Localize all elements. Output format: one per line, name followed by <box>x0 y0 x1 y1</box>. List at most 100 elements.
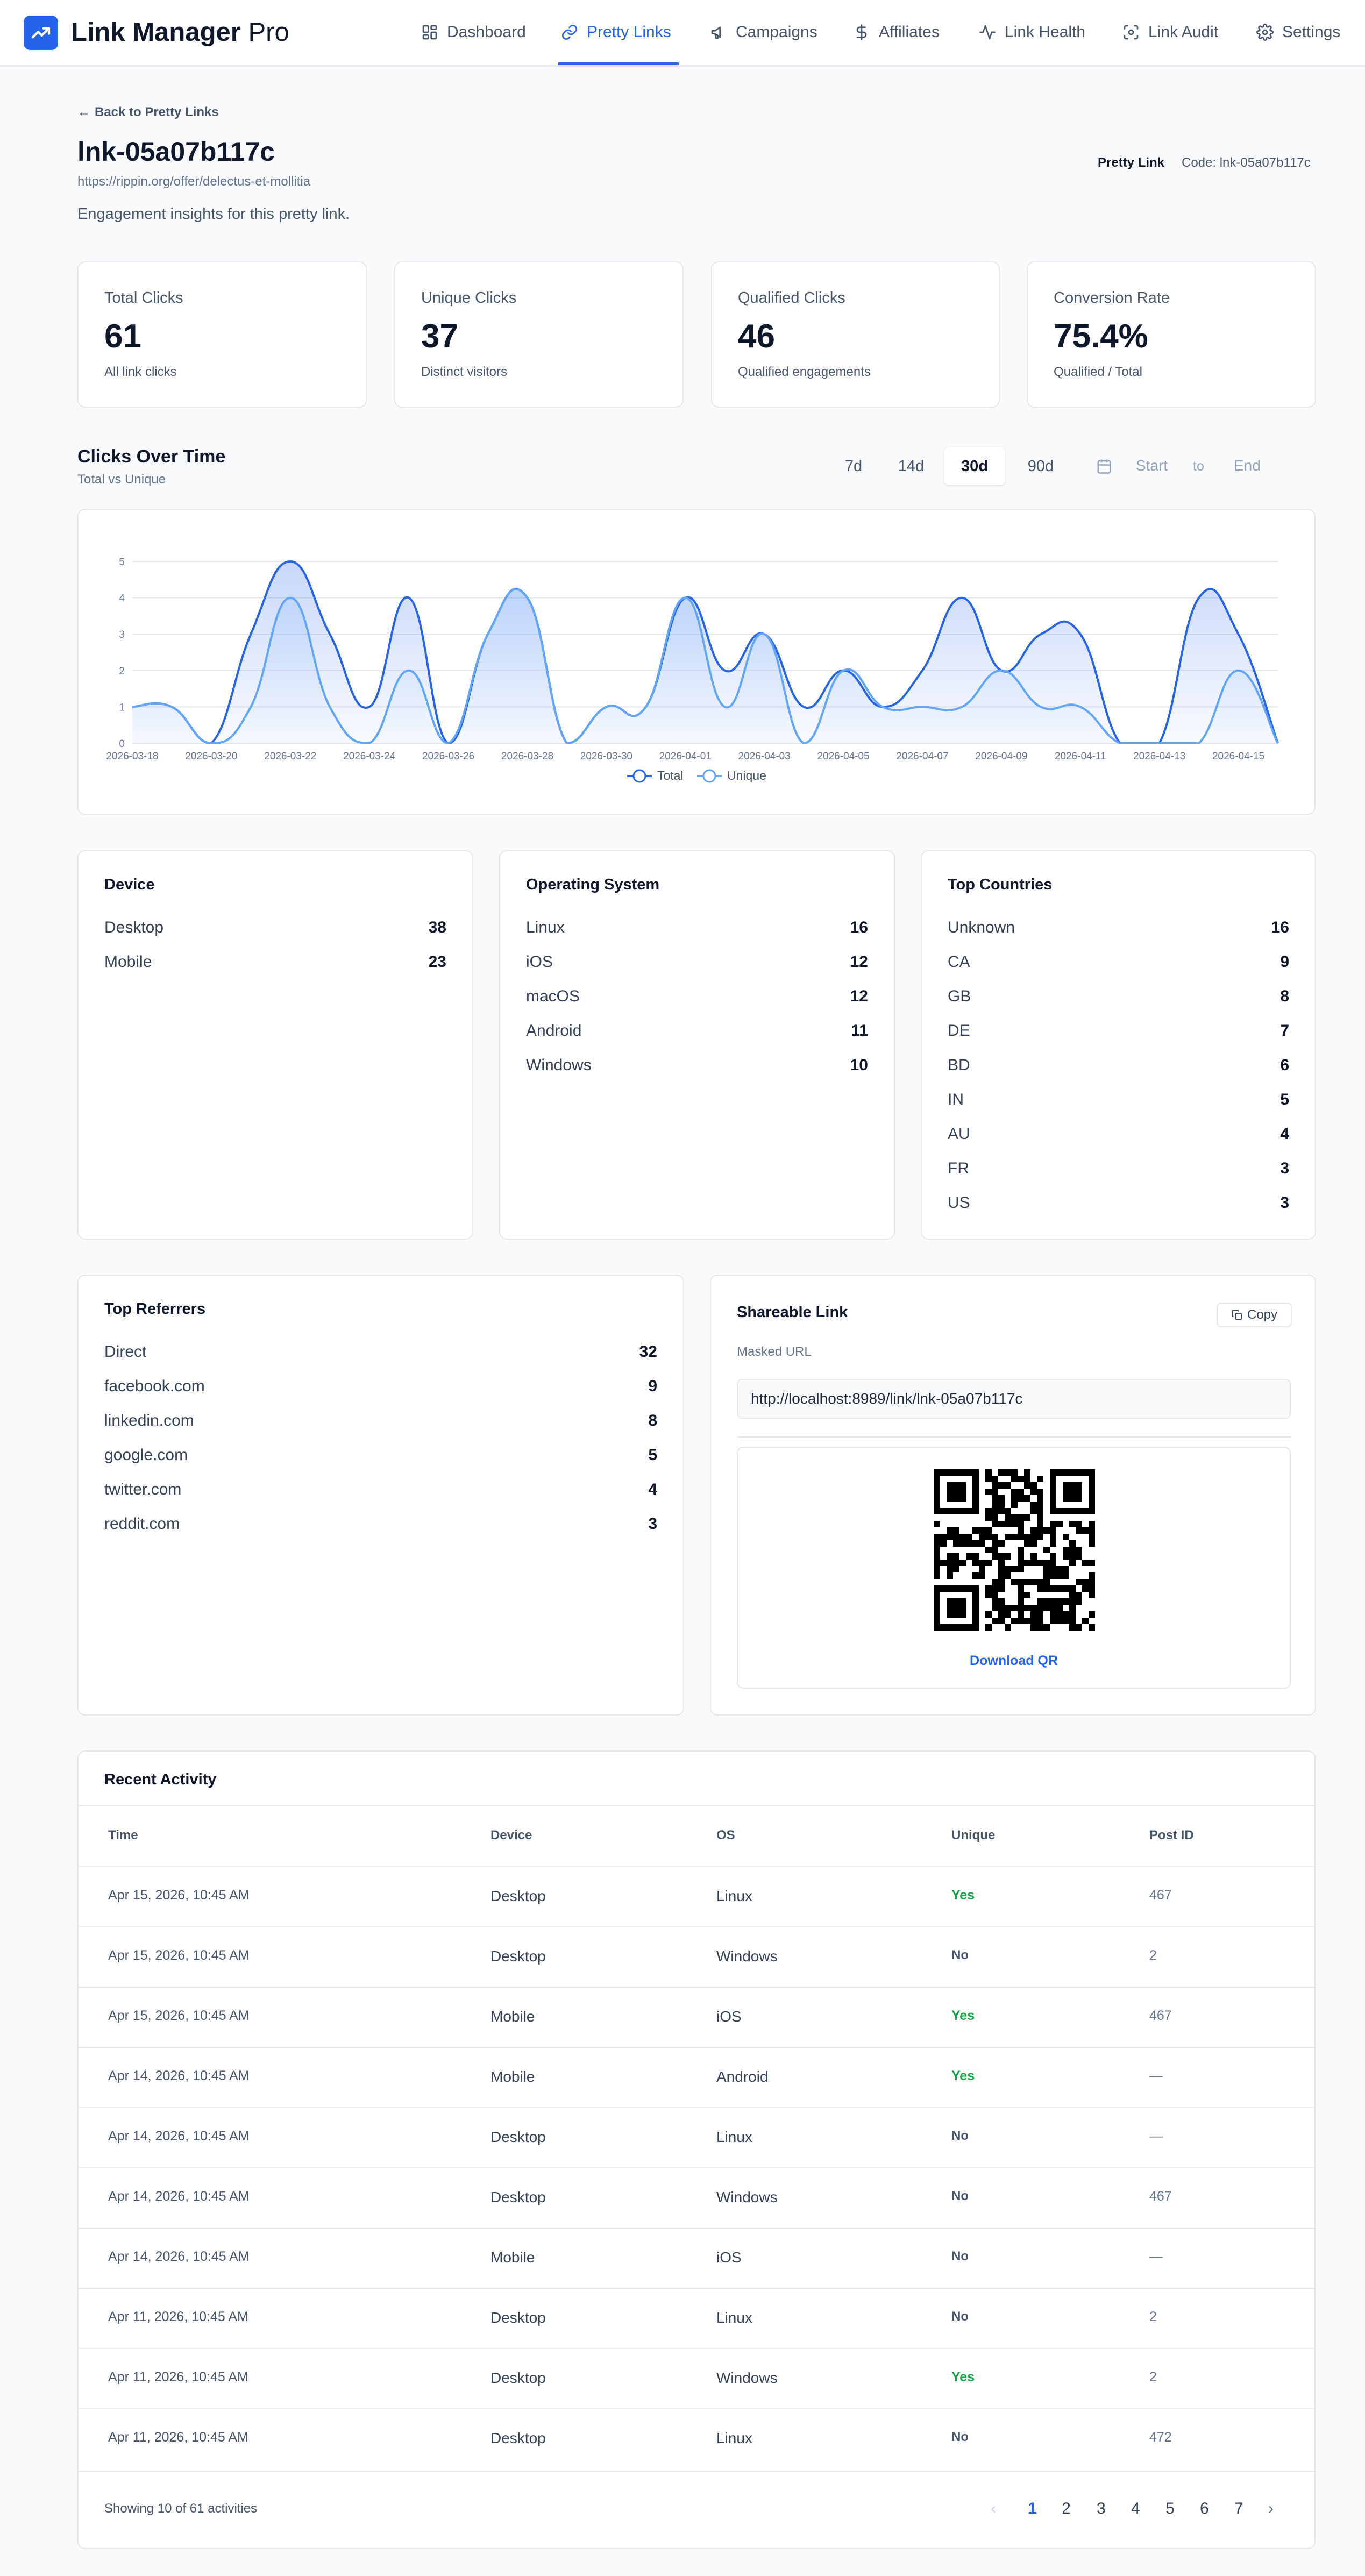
top-countries-card: Top Countries Unknown 16 CA 9 GB 8 DE 7 BD 6 … <box>921 850 1316 1240</box>
nav-campaigns[interactable]: Campaigns <box>710 20 817 44</box>
y-tick-label: 4 <box>119 593 125 604</box>
cell-os: Linux <box>716 2309 752 2326</box>
shareable-link-card: Shareable Link Copy Masked URL http://lo… <box>710 1275 1316 1716</box>
row-value: 16 <box>850 919 868 936</box>
masked-url-field[interactable]: http://localhost:8989/link/lnk-05a07b117… <box>737 1379 1291 1419</box>
brand-name: Link Manager <box>71 18 241 47</box>
cell-time: Apr 11, 2026, 10:45 AM <box>108 2430 248 2445</box>
breakdown-row: IN 5 <box>948 1089 1289 1111</box>
cell-device: Mobile <box>490 2249 535 2266</box>
row-label: Direct <box>104 1343 147 1361</box>
stat-caption: Qualified / Total <box>1054 365 1142 379</box>
cell-unique: Yes <box>951 2369 975 2385</box>
card-title: Top Countries <box>948 876 1053 893</box>
stat-label: Total Clicks <box>104 289 183 307</box>
breakdown-row: Mobile 23 <box>104 951 446 973</box>
cell-post-id: 472 <box>1149 2430 1172 2445</box>
breakdown-row: FR 3 <box>948 1158 1289 1179</box>
stat-label: Unique Clicks <box>421 289 517 307</box>
scan-icon <box>1124 25 1139 40</box>
column-header-post-id: Post ID <box>1149 1828 1194 1842</box>
back-link-label: Back to Pretty Links <box>95 105 219 119</box>
download-qr-link[interactable]: Download QR <box>738 1653 1290 1669</box>
table-row: Apr 15, 2026, 10:45 AM Desktop Windows No 2 <box>77 1926 1316 1987</box>
activity-icon <box>979 25 996 40</box>
breakdown-row: US 3 <box>948 1192 1289 1214</box>
x-tick-label: 2026-04-15 <box>1212 751 1264 762</box>
cell-os: Windows <box>716 2189 778 2205</box>
x-tick-label: 2026-04-13 <box>1133 751 1185 762</box>
destination-url[interactable]: https://rippin.org/offer/delectus-et-mol… <box>77 174 310 189</box>
page-2-button[interactable]: 2 <box>1062 2500 1071 2518</box>
card-title: Shareable Link <box>737 1304 848 1321</box>
row-label: iOS <box>526 953 553 971</box>
breakdown-row: BD 6 <box>948 1055 1289 1076</box>
trend-logo-icon[interactable] <box>24 16 58 50</box>
masked-url-label: Masked URL <box>737 1344 812 1359</box>
page-5-button[interactable]: 5 <box>1165 2500 1175 2518</box>
breakdown-row: macOS 12 <box>526 986 868 1007</box>
end-date-input[interactable]: End <box>1234 457 1261 474</box>
date-range-separator: to <box>1193 459 1204 474</box>
x-tick-label: 2026-04-07 <box>896 751 948 762</box>
row-value: 9 <box>1280 953 1289 971</box>
row-value: 12 <box>850 987 868 1005</box>
back-link[interactable]: ← Back to Pretty Links <box>77 105 219 120</box>
nav-link-audit[interactable]: Link Audit <box>1122 20 1218 44</box>
cell-unique: No <box>951 2309 969 2324</box>
page-7-button[interactable]: 7 <box>1234 2500 1243 2518</box>
x-tick-label: 2026-04-11 <box>1055 751 1106 762</box>
y-tick-label: 2 <box>119 666 125 677</box>
cell-os: Linux <box>716 1888 752 1904</box>
x-tick-label: 2026-04-05 <box>817 751 869 762</box>
breakdown-row: Desktop 38 <box>104 917 446 938</box>
range-14d-button[interactable]: 14d <box>880 447 942 485</box>
row-label: Linux <box>526 919 565 936</box>
page-4-button[interactable]: 4 <box>1131 2500 1140 2518</box>
range-7d-button[interactable]: 7d <box>823 447 884 485</box>
x-tick-label: 2026-03-24 <box>343 751 396 762</box>
device-card: Device Desktop 38 Mobile 23 <box>77 850 473 1240</box>
cell-device: Desktop <box>490 2129 546 2145</box>
app-brand[interactable]: Link Manager Pro <box>71 16 289 48</box>
row-label: Android <box>526 1022 582 1040</box>
row-value: 23 <box>428 953 446 971</box>
column-header-unique: Unique <box>951 1828 996 1842</box>
breakdown-row: Android 11 <box>526 1020 868 1042</box>
card-title: Device <box>104 876 155 893</box>
row-value: 3 <box>648 1515 657 1533</box>
x-tick-label: 2026-03-20 <box>185 751 237 762</box>
nav-affiliates[interactable]: Affiliates <box>853 20 940 44</box>
row-label: twitter.com <box>104 1481 182 1498</box>
start-date-input[interactable]: Start <box>1136 457 1168 474</box>
nav-pretty-links[interactable]: Pretty Links <box>561 20 671 44</box>
row-label: US <box>948 1194 970 1212</box>
page-3-button[interactable]: 3 <box>1097 2500 1106 2518</box>
range-30d-button[interactable]: 30d <box>944 447 1005 485</box>
dashboard-icon <box>422 25 437 40</box>
nav-link-health[interactable]: Link Health <box>979 20 1085 44</box>
copy-button[interactable]: Copy <box>1217 1303 1292 1327</box>
breakdown-row: Linux 16 <box>526 917 868 938</box>
stat-value: 37 <box>421 318 458 355</box>
table-row: Apr 11, 2026, 10:45 AM Desktop Linux No 2 <box>77 2288 1316 2348</box>
breakdown-row: iOS 12 <box>526 951 868 973</box>
breakdown-row: twitter.com 4 <box>104 1479 657 1500</box>
cell-os: Android <box>716 2068 769 2085</box>
table-row: Apr 11, 2026, 10:45 AM Desktop Linux No 472 <box>77 2408 1316 2468</box>
nav-settings[interactable]: Settings <box>1256 20 1340 44</box>
next-page-chevron-icon[interactable]: › <box>1268 2500 1274 2518</box>
breakdown-row: Direct 32 <box>104 1341 657 1363</box>
table-row: Apr 14, 2026, 10:45 AM Desktop Linux No — <box>77 2107 1316 2167</box>
prev-page-chevron-icon[interactable]: ‹ <box>991 2500 996 2518</box>
page-1-button[interactable]: 1 <box>1028 2500 1037 2518</box>
breakdown-row: DE 7 <box>948 1020 1289 1042</box>
page-6-button[interactable]: 6 <box>1200 2500 1209 2518</box>
x-tick-label: 2026-03-26 <box>422 751 474 762</box>
os-card: Operating System Linux 16 iOS 12 macOS 12 A… <box>499 850 895 1240</box>
table-row: Apr 15, 2026, 10:45 AM Mobile iOS Yes 467 <box>77 1987 1316 2047</box>
table-row: Apr 14, 2026, 10:45 AM Mobile iOS No — <box>77 2228 1316 2288</box>
range-90d-button[interactable]: 90d <box>1010 447 1071 485</box>
cell-device: Desktop <box>490 2430 546 2446</box>
nav-dashboard[interactable]: Dashboard <box>421 20 526 44</box>
